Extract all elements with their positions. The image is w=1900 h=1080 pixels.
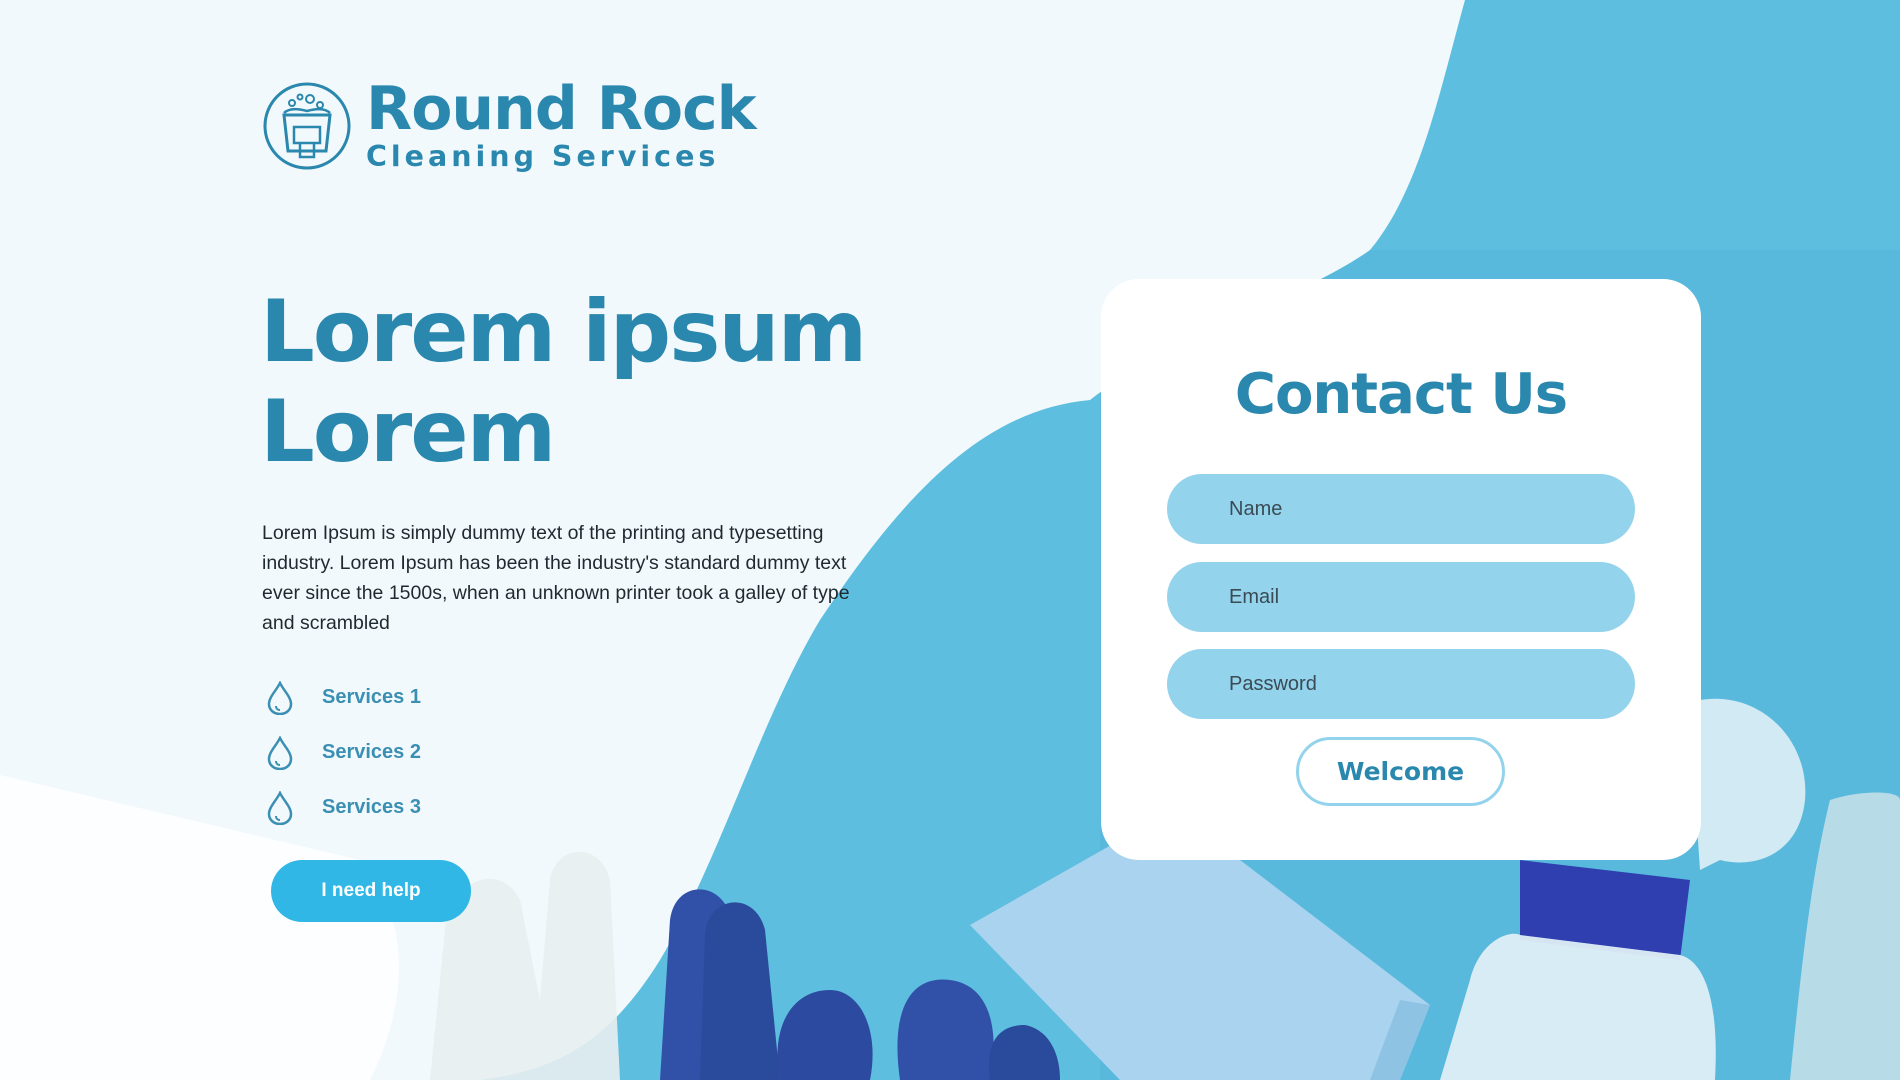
water-drop-icon [267,790,293,825]
service-label: Services 1 [322,686,421,708]
password-input[interactable] [1167,649,1635,719]
contact-title: Contact Us [1234,362,1568,427]
brand-subtitle: Cleaning Services [366,140,720,173]
welcome-button[interactable]: Welcome [1296,737,1505,806]
service-label: Services 3 [322,796,421,818]
hero-description: Lorem Ipsum is simply dummy text of the … [262,522,850,634]
water-drop-icon [267,680,293,715]
hero-title: Lorem ipsum Lorem [260,282,900,482]
help-button[interactable]: I need help [271,860,471,922]
hero-title-line2: Lorem [260,382,556,482]
service-item[interactable]: Services 1 [264,670,421,725]
service-label: Services 2 [322,741,421,763]
service-item[interactable]: Services 2 [264,725,421,780]
name-input[interactable] [1167,474,1635,544]
cloth-image [1790,792,1900,1080]
water-drop-icon [267,735,293,770]
services-list: Services 1 Services 2 Services 3 [264,670,421,835]
service-item[interactable]: Services 3 [264,780,421,835]
hero-title-line1: Lorem ipsum [260,282,867,382]
bucket-logo-icon [263,82,351,170]
email-input[interactable] [1167,562,1635,632]
contact-form: Contact Us Welcome [1101,279,1701,860]
brand-logo[interactable]: Round Rock Cleaning Services [262,74,757,174]
brand-name: Round Rock [366,74,757,144]
glove-image [430,851,1060,1080]
